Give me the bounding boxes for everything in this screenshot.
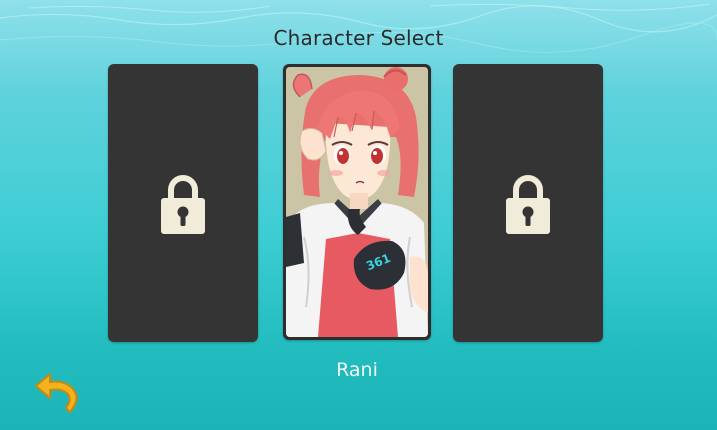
character-slot-locked-1[interactable] [108, 64, 258, 342]
character-select-screen: Character Select 361 Rani [0, 0, 717, 430]
lock-icon [161, 175, 205, 234]
page-title: Character Select [273, 26, 444, 50]
back-arrow-icon [35, 373, 78, 413]
character-portrait-illustration: 361 [286, 67, 428, 337]
selected-character-name: Rani [336, 359, 378, 381]
character-slot-locked-2[interactable] [453, 64, 603, 342]
character-portrait: 361 [286, 67, 428, 337]
character-slot-selected[interactable]: 361 [283, 64, 431, 340]
lock-icon [506, 175, 550, 234]
back-button[interactable] [32, 368, 88, 418]
